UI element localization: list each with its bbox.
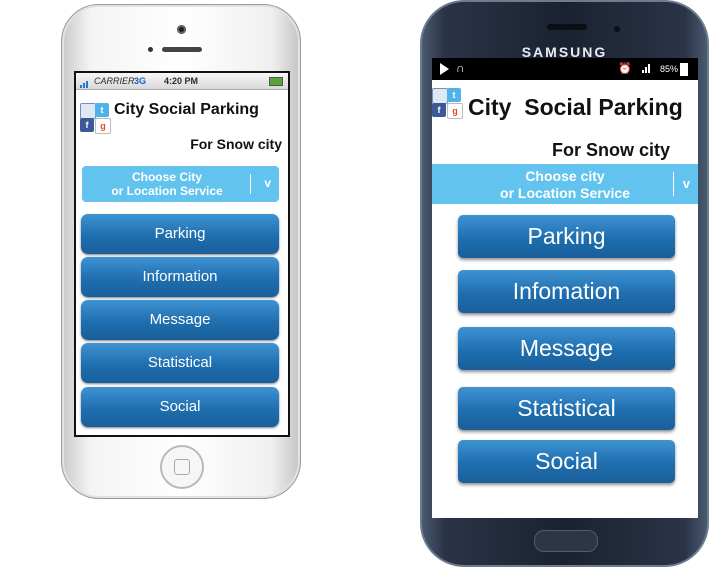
choose-city-label: Choose city bbox=[525, 168, 605, 184]
message-button[interactable]: Message bbox=[81, 300, 279, 340]
location-service-label: or Location Service bbox=[111, 184, 223, 198]
statistical-button[interactable]: Statistical bbox=[81, 343, 279, 383]
app-logo: t f g bbox=[432, 88, 463, 119]
battery-icon bbox=[269, 77, 283, 86]
choose-city-label: Choose City bbox=[131, 170, 202, 184]
divider bbox=[250, 174, 251, 194]
choose-city-select[interactable]: Choose city or Location Service v bbox=[432, 164, 698, 204]
headphones-icon: ∩ bbox=[456, 61, 465, 75]
iphone-screen: CARRIER 3G 4:20 PM t f g City Social Par… bbox=[74, 71, 290, 437]
earpiece-speaker bbox=[162, 47, 202, 52]
facebook-icon: f bbox=[80, 118, 94, 132]
parking-button[interactable]: Parking bbox=[458, 215, 675, 258]
message-button[interactable]: Message bbox=[458, 327, 675, 370]
clock: 4:20 PM bbox=[164, 76, 199, 86]
chevron-down-icon: v bbox=[682, 176, 690, 191]
twitter-icon: t bbox=[95, 103, 109, 117]
divider bbox=[673, 172, 674, 196]
battery-icon bbox=[680, 63, 688, 76]
front-camera bbox=[177, 25, 186, 34]
play-icon bbox=[440, 63, 449, 75]
network-label: 3G bbox=[134, 76, 147, 86]
facebook-icon: f bbox=[432, 103, 446, 117]
statistical-button[interactable]: Statistical bbox=[458, 387, 675, 430]
home-button[interactable] bbox=[534, 530, 598, 552]
city-subtitle: For Snow city bbox=[551, 140, 670, 160]
choose-city-select[interactable]: Choose City or Location Service v bbox=[82, 166, 279, 202]
samsung-screen: ∩ ⏰ 85% t f g City Social Parking For Sn… bbox=[432, 58, 698, 518]
battery-percent: 85% bbox=[660, 64, 679, 74]
status-bar: CARRIER 3G 4:20 PM bbox=[76, 73, 288, 90]
information-button[interactable]: Information bbox=[81, 257, 279, 297]
google-icon: g bbox=[95, 118, 111, 134]
status-bar: ∩ ⏰ 85% bbox=[432, 58, 698, 80]
home-button[interactable] bbox=[160, 445, 204, 489]
chevron-down-icon: v bbox=[264, 176, 271, 190]
twitter-icon: t bbox=[447, 88, 461, 102]
app-title: City Social Parking bbox=[468, 94, 683, 120]
carrier-label: CARRIER bbox=[94, 76, 135, 86]
signal-icon bbox=[642, 63, 651, 73]
mail-icon bbox=[432, 88, 448, 104]
alarm-icon: ⏰ bbox=[618, 63, 632, 75]
sensor-dot bbox=[148, 47, 153, 52]
front-camera bbox=[614, 26, 620, 32]
app-title: City Social Parking bbox=[114, 101, 259, 118]
parking-button[interactable]: Parking bbox=[81, 214, 279, 254]
location-service-label: or Location Service bbox=[500, 185, 630, 201]
earpiece-speaker bbox=[547, 24, 587, 30]
social-button[interactable]: Social bbox=[458, 440, 675, 483]
app-logo: t f g bbox=[80, 103, 111, 134]
social-button[interactable]: Social bbox=[81, 387, 279, 427]
city-subtitle: For Snow city bbox=[190, 136, 282, 152]
signal-icon bbox=[80, 78, 89, 88]
google-icon: g bbox=[447, 103, 463, 119]
mail-icon bbox=[80, 103, 96, 119]
information-button[interactable]: Infomation bbox=[458, 270, 675, 313]
